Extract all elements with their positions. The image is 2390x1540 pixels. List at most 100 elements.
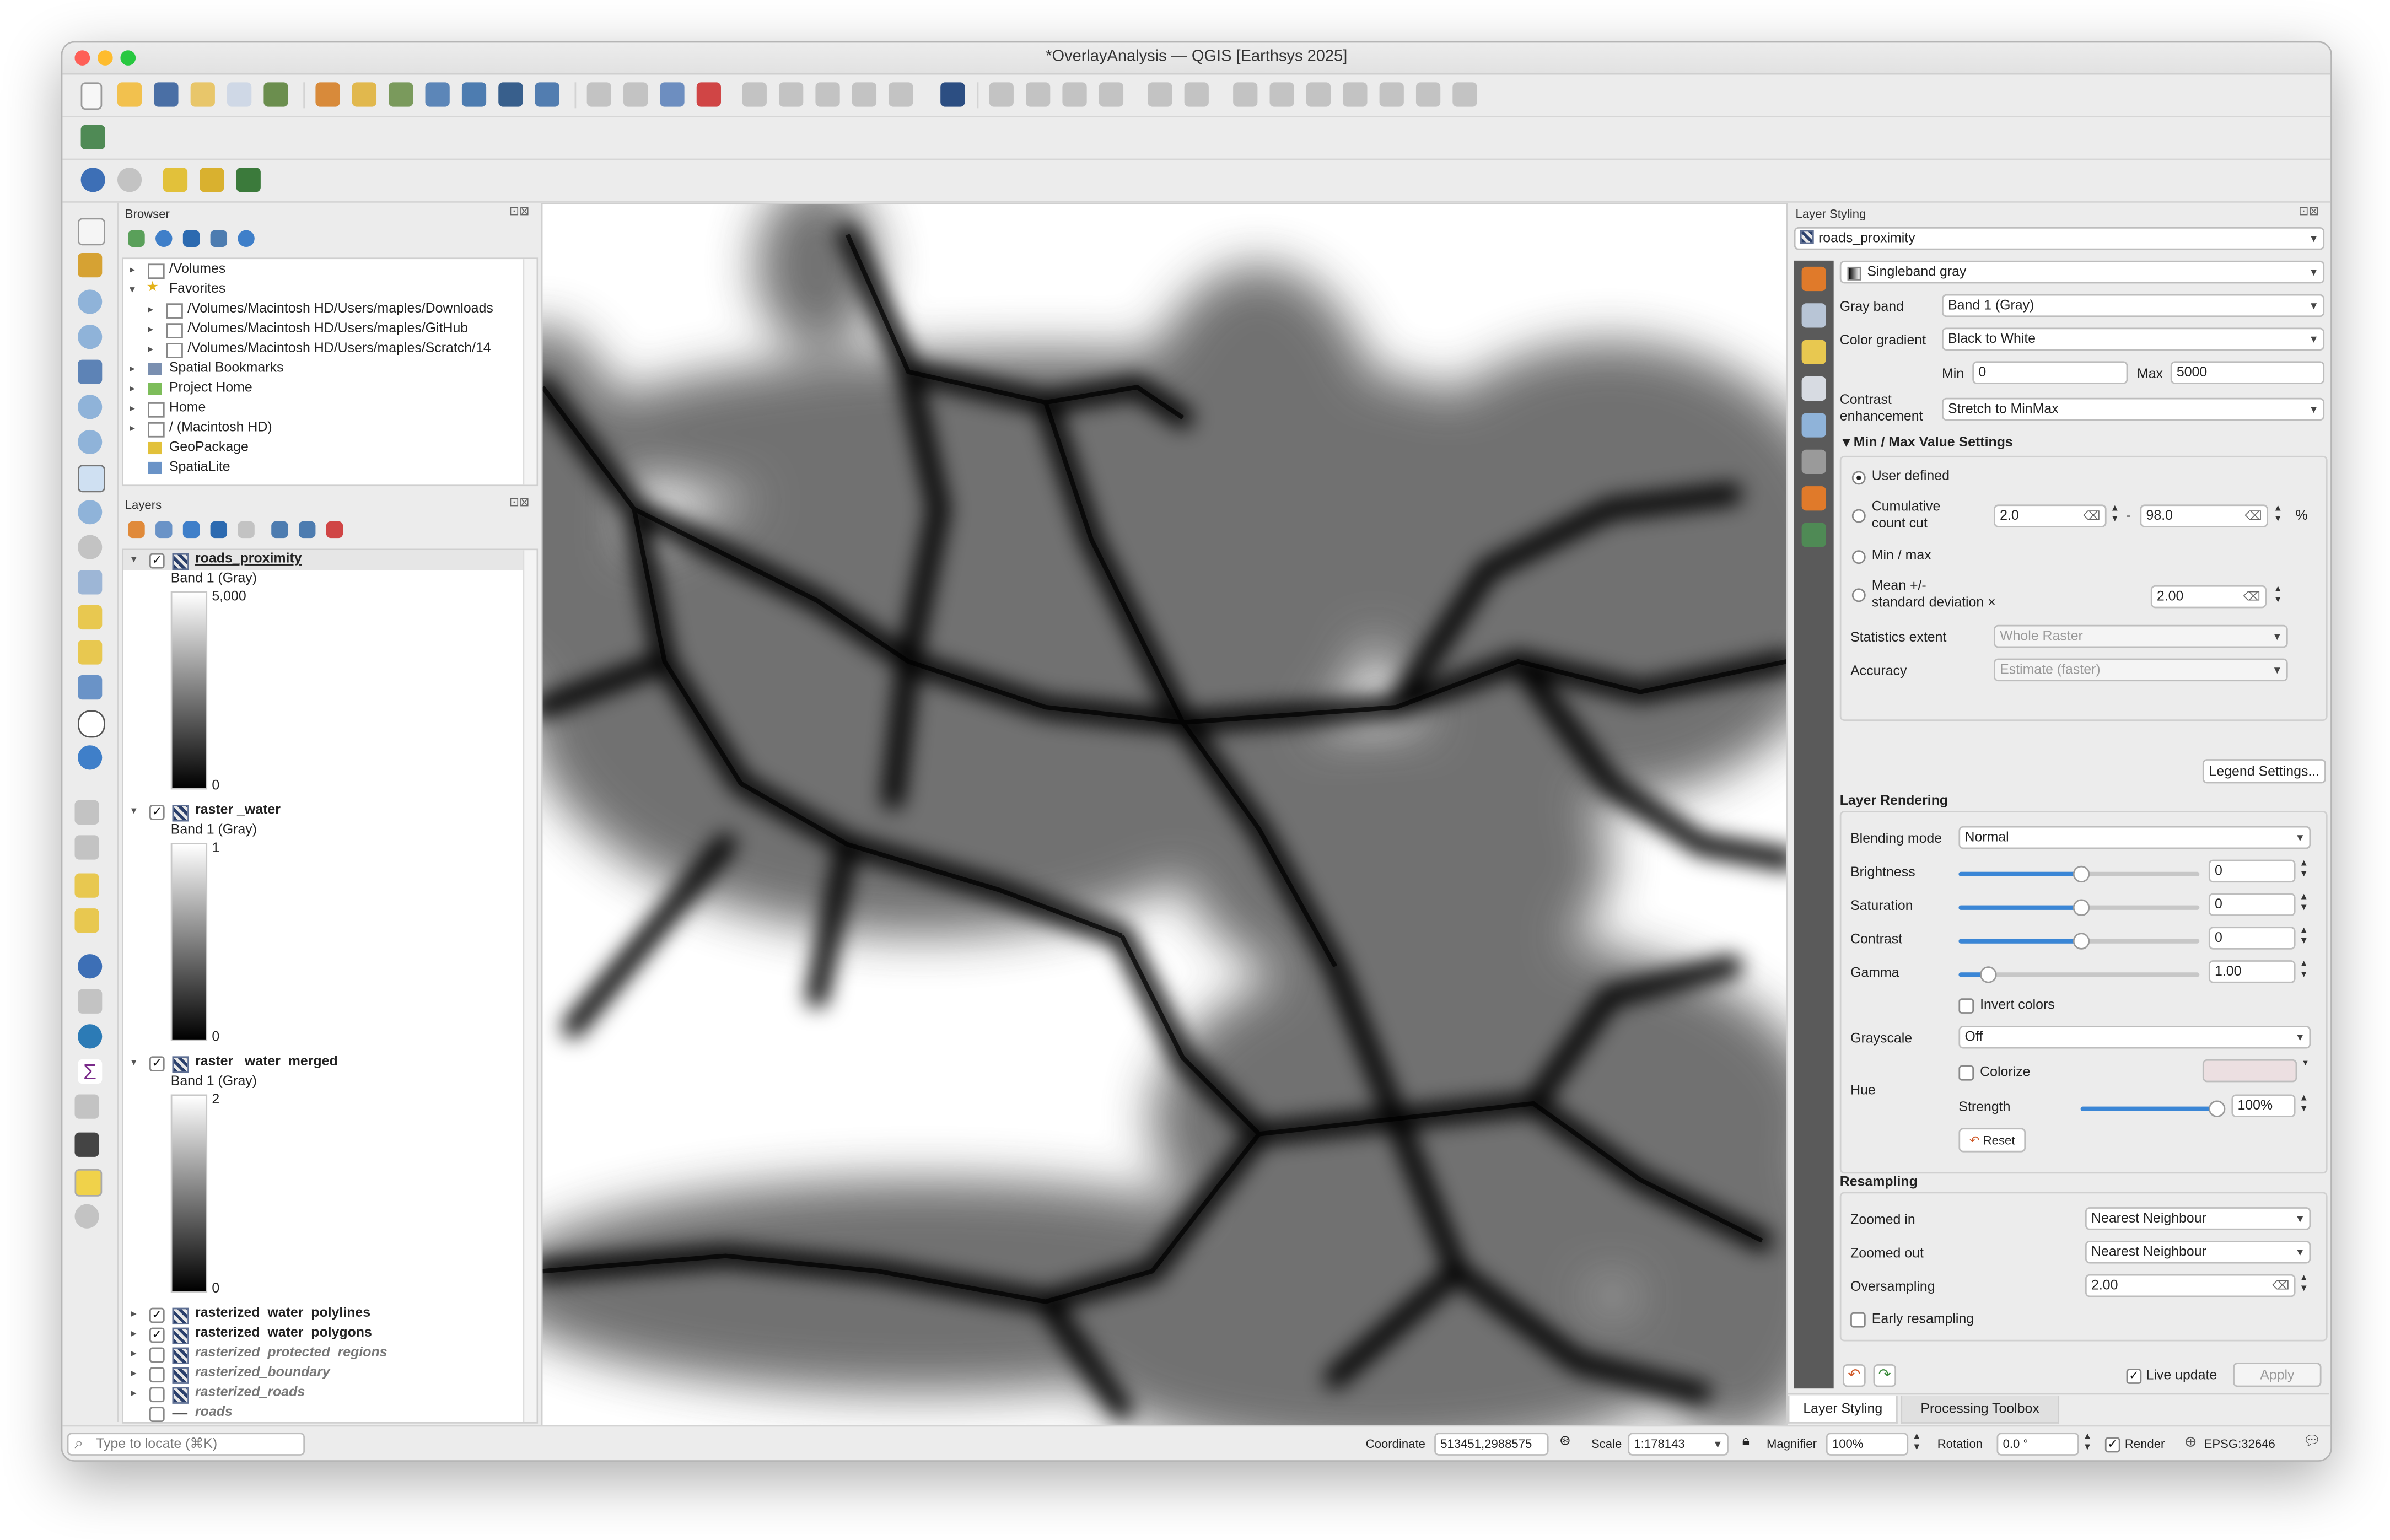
browser-item[interactable]: Favorites	[169, 281, 225, 296]
rotation-stepper[interactable]: ▲ ▼	[2081, 1433, 2095, 1455]
zoom-native-icon[interactable]	[78, 465, 105, 493]
statistics-extent-select[interactable]: Whole Raster	[1994, 624, 2288, 648]
browser-item[interactable]: GeoPackage	[169, 439, 249, 454]
remove-layer-icon[interactable]	[326, 521, 343, 539]
new-shapefile-icon[interactable]	[389, 82, 413, 107]
locator-input[interactable]: ⌕ Type to locate (⌘K)	[67, 1433, 305, 1456]
refresh-icon[interactable]	[78, 745, 103, 770]
new-temporary-layer-icon[interactable]	[461, 82, 487, 107]
layers-scrollbar[interactable]	[523, 550, 537, 1423]
mean-stddev-radio[interactable]	[1851, 588, 1866, 602]
contrast-stepper[interactable]: ▲ ▼	[2297, 927, 2311, 949]
browser-scrollbar[interactable]	[523, 259, 537, 485]
early-resampling-checkbox[interactable]	[1850, 1312, 1866, 1328]
refresh-layers-icon[interactable]	[80, 125, 105, 149]
layer-name[interactable]: rasterized_protected_regions	[195, 1344, 387, 1360]
pin-labels-icon[interactable]	[623, 82, 648, 107]
delete-selected-icon[interactable]	[1269, 82, 1294, 107]
paste-features-icon[interactable]	[1379, 82, 1404, 107]
browser-item[interactable]: /Volumes/Macintosh HD/Users/maples/GitHu…	[187, 320, 468, 336]
history-tab-icon[interactable]	[1801, 523, 1826, 547]
tab-processing-toolbox[interactable]: Processing Toolbox	[1901, 1396, 2059, 1424]
modify-attributes-icon[interactable]	[1233, 82, 1258, 107]
move-feature-icon[interactable]	[1184, 82, 1209, 107]
show-labels-icon[interactable]	[660, 82, 685, 107]
reset-button[interactable]: ↶ Reset	[1958, 1128, 2026, 1153]
pan-icon[interactable]	[78, 218, 105, 246]
oversampling-input[interactable]: 2.00 ⌫	[2085, 1274, 2296, 1297]
open-field-calculator-icon[interactable]	[78, 989, 103, 1014]
brightness-input[interactable]: 0	[2208, 859, 2296, 883]
temporal-controller-icon[interactable]	[78, 710, 105, 738]
cloud-upload-icon[interactable]	[117, 168, 142, 192]
browser-item[interactable]: /Volumes	[169, 261, 225, 276]
toggle-editing-icon[interactable]	[1026, 82, 1051, 107]
save-project-icon[interactable]	[154, 82, 179, 107]
brightness-slider[interactable]	[1958, 865, 2200, 883]
digitizing-icon[interactable]	[989, 82, 1014, 107]
legend-settings-button[interactable]: Legend Settings...	[2202, 759, 2326, 784]
layer-visibility-checkbox[interactable]: ✓	[149, 1056, 165, 1072]
strength-slider[interactable]	[2080, 1100, 2226, 1117]
move-label-icon[interactable]	[779, 82, 804, 107]
redo-style-icon[interactable]: ↷	[1873, 1364, 1897, 1387]
panel-float-icon[interactable]: ⊡⊠	[2299, 204, 2319, 218]
colorize-color-menu[interactable]: ▾	[2299, 1059, 2312, 1082]
filter-by-expression-icon[interactable]	[238, 521, 255, 539]
layer-diagram-icon[interactable]	[535, 82, 559, 107]
cumulative-high-input[interactable]: 98.0 ⌫	[2140, 504, 2268, 527]
max-input[interactable]: 5000	[2170, 361, 2325, 384]
zoom-to-selection-icon[interactable]	[78, 395, 103, 419]
manage-map-themes-icon[interactable]	[182, 521, 200, 539]
package-icon[interactable]	[163, 168, 188, 192]
add-group-icon[interactable]	[155, 521, 173, 539]
invert-colors-checkbox[interactable]	[1958, 998, 1974, 1014]
measure-line-icon[interactable]	[74, 1132, 99, 1157]
crs-button[interactable]: EPSG:32646	[2204, 1437, 2275, 1451]
saturation-input[interactable]: 0	[2208, 893, 2296, 916]
layer-name[interactable]: rasterized_roads	[195, 1384, 305, 1399]
renderer-select[interactable]: Singleband gray	[1839, 260, 2325, 284]
filter-legend-icon[interactable]	[210, 521, 228, 539]
properties-icon[interactable]	[238, 230, 255, 247]
lock-scale-icon[interactable]: 🔒︎	[1742, 1433, 1750, 1449]
new-3d-map-icon[interactable]	[78, 605, 103, 630]
new-bookmark-icon[interactable]	[78, 640, 103, 665]
new-spatialite-icon[interactable]	[425, 82, 450, 107]
layer-visibility-checkbox[interactable]: ✓	[149, 1307, 165, 1323]
magnifier-stepper[interactable]: ▲ ▼	[1910, 1433, 1924, 1455]
browser-item[interactable]: Home	[169, 400, 206, 415]
gamma-slider[interactable]	[1958, 966, 2200, 983]
saturation-slider[interactable]	[1958, 899, 2200, 916]
elevation-tab-icon[interactable]	[1801, 486, 1826, 511]
save-edits-icon[interactable]	[1062, 82, 1087, 107]
scale-select[interactable]: 1:178143	[1628, 1433, 1729, 1456]
add-line-feature-icon[interactable]	[1099, 82, 1124, 107]
accuracy-select[interactable]: Estimate (faster)	[1994, 658, 2288, 682]
map-tips-icon[interactable]	[74, 1169, 103, 1197]
gamma-stepper[interactable]: ▲ ▼	[2297, 960, 2311, 983]
highlight-labels-icon[interactable]	[742, 82, 767, 107]
histogram-tab-icon[interactable]	[1801, 376, 1826, 401]
label-toolbar-icon[interactable]	[586, 82, 611, 107]
layer-name[interactable]: rasterized_water_polylines	[195, 1305, 370, 1320]
render-checkbox[interactable]: ✓	[2104, 1437, 2120, 1453]
transparency-tab-icon[interactable]	[1801, 303, 1826, 328]
cumulative-low-input[interactable]: 2.0 ⌫	[1994, 504, 2107, 527]
zoom-out-icon[interactable]	[78, 325, 103, 349]
grayscale-select[interactable]: Off	[1958, 1026, 2311, 1049]
coordinate-input[interactable]: 513451,2988575	[1434, 1433, 1549, 1456]
package-sync-icon[interactable]	[200, 168, 224, 192]
layer-name[interactable]: raster _water_merged	[195, 1053, 338, 1069]
layer-name[interactable]: rasterized_water_polygons	[195, 1324, 372, 1340]
zoom-last-icon[interactable]	[78, 500, 103, 525]
strength-stepper[interactable]: ▲ ▼	[2297, 1094, 2311, 1117]
tools-icon[interactable]	[236, 168, 261, 192]
saturation-stepper[interactable]: ▲ ▼	[2297, 893, 2311, 916]
undo-icon[interactable]	[1415, 82, 1441, 107]
layer-visibility-checkbox[interactable]: ✓	[149, 553, 165, 569]
contrast-input[interactable]: 0	[2208, 927, 2296, 950]
messages-icon[interactable]: 💬︎	[2303, 1433, 2321, 1449]
zoomed-out-select[interactable]: Nearest Neighbour	[2085, 1240, 2311, 1264]
new-project-icon[interactable]	[80, 82, 103, 110]
